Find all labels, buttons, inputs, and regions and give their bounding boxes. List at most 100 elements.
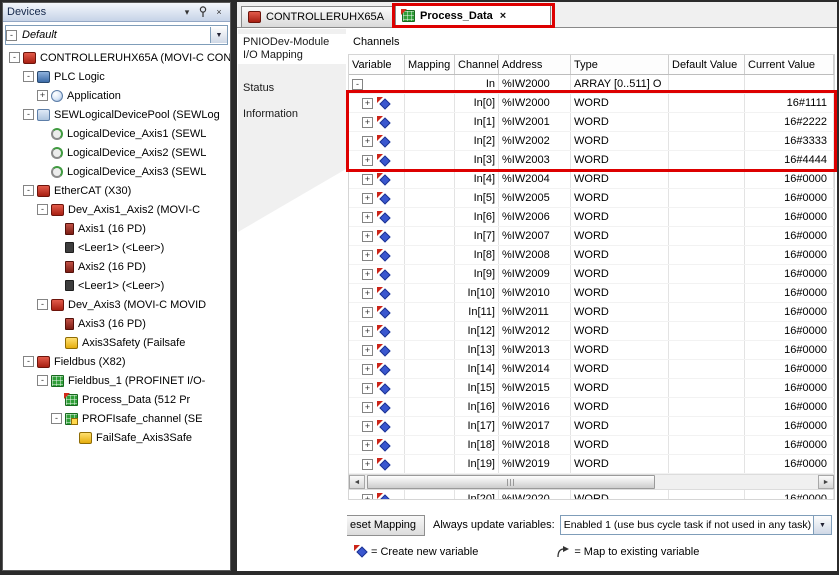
expand-toggle[interactable]: + xyxy=(362,402,373,413)
tree-item[interactable]: -EtherCAT (X30) xyxy=(3,181,230,200)
table-row[interactable]: +In[6]%IW2006WORD16#0000 xyxy=(349,208,834,227)
table-row[interactable]: +In[16]%IW2016WORD16#0000 xyxy=(349,398,834,417)
tab-close-icon[interactable]: × xyxy=(500,10,506,22)
table-row[interactable]: +In[1]%IW2001WORD16#2222 xyxy=(349,113,834,132)
table-row[interactable]: +In[18]%IW2018WORD16#0000 xyxy=(349,436,834,455)
tree-item[interactable]: <Leer1> (<Leer>) xyxy=(3,276,230,295)
side-tab-status[interactable]: Status xyxy=(238,80,346,97)
expand-toggle[interactable]: + xyxy=(362,98,373,109)
expand-toggle[interactable]: + xyxy=(362,136,373,147)
expand-toggle[interactable]: + xyxy=(362,288,373,299)
expand-toggle[interactable]: + xyxy=(37,90,48,101)
table-row[interactable]: +In[17]%IW2017WORD16#0000 xyxy=(349,417,834,436)
collapse-toggle[interactable]: - xyxy=(9,52,20,63)
column-header-mapping[interactable]: Mapping xyxy=(405,55,455,74)
expand-toggle[interactable]: + xyxy=(362,421,373,432)
tree-item[interactable]: -Dev_Axis3 (MOVI-C MOVID xyxy=(3,295,230,314)
expand-toggle[interactable]: + xyxy=(362,117,373,128)
table-row[interactable]: +In[19]%IW2019WORD16#0000 xyxy=(349,455,834,474)
column-header-address[interactable]: Address xyxy=(499,55,571,74)
table-row[interactable]: +In[11]%IW2011WORD16#0000 xyxy=(349,303,834,322)
expand-toggle[interactable]: + xyxy=(362,269,373,280)
chevron-down-icon[interactable]: ▾ xyxy=(180,5,194,19)
tab-process-data[interactable]: Process_Data × xyxy=(395,3,551,28)
side-tab-io-mapping[interactable]: PNIODev-Module I/O Mapping xyxy=(238,34,346,64)
expand-toggle[interactable]: + xyxy=(362,364,373,375)
table-row[interactable]: +In[9]%IW2009WORD16#0000 xyxy=(349,265,834,284)
collapse-toggle[interactable]: - xyxy=(352,79,363,90)
expand-toggle[interactable]: + xyxy=(362,212,373,223)
table-row[interactable]: -In%IW2000ARRAY [0..511] O xyxy=(349,75,834,94)
close-icon[interactable]: × xyxy=(212,5,226,19)
dropdown-arrow-icon[interactable]: ▼ xyxy=(813,516,831,534)
table-row[interactable]: +In[14]%IW2014WORD16#0000 xyxy=(349,360,834,379)
combo-dropdown-button[interactable]: ▼ xyxy=(210,27,227,43)
expand-toggle[interactable]: + xyxy=(362,231,373,242)
tree-item[interactable]: Axis3Safety (Failsafe xyxy=(3,333,230,352)
table-row[interactable]: +In[4]%IW2004WORD16#0000 xyxy=(349,170,834,189)
expand-toggle[interactable]: + xyxy=(362,174,373,185)
collapse-toggle[interactable]: - xyxy=(23,71,34,82)
scroll-right-button[interactable]: ► xyxy=(818,475,834,489)
table-row[interactable]: +In[15]%IW2015WORD16#0000 xyxy=(349,379,834,398)
side-tab-information[interactable]: Information xyxy=(238,106,346,123)
tree-item[interactable]: LogicalDevice_Axis1 (SEWL xyxy=(3,124,230,143)
tab-controlleruhx65a[interactable]: CONTROLLERUHX65A xyxy=(241,6,393,27)
table-row[interactable]: +In[8]%IW2008WORD16#0000 xyxy=(349,246,834,265)
expand-toggle[interactable]: + xyxy=(362,193,373,204)
tree-item[interactable]: -SEWLogicalDevicePool (SEWLog xyxy=(3,105,230,124)
table-row[interactable]: +In[7]%IW2007WORD16#0000 xyxy=(349,227,834,246)
collapse-toggle[interactable]: - xyxy=(23,185,34,196)
column-header-variable[interactable]: Variable xyxy=(349,55,405,74)
tree-item[interactable]: -Dev_Axis1_Axis2 (MOVI-C xyxy=(3,200,230,219)
expand-toggle[interactable]: + xyxy=(362,383,373,394)
always-update-dropdown[interactable]: Enabled 1 (use bus cycle task if not use… xyxy=(560,515,832,535)
expand-toggle[interactable]: + xyxy=(362,494,373,501)
collapse-toggle[interactable]: - xyxy=(23,109,34,120)
tree-item[interactable]: LogicalDevice_Axis3 (SEWL xyxy=(3,162,230,181)
tree-item[interactable]: -Fieldbus (X82) xyxy=(3,352,230,371)
expand-toggle[interactable]: + xyxy=(362,155,373,166)
tree-item[interactable]: <Leer1> (<Leer>) xyxy=(3,238,230,257)
collapse-toggle[interactable]: - xyxy=(51,413,62,424)
expand-toggle[interactable]: + xyxy=(362,345,373,356)
table-row[interactable]: +In[5]%IW2005WORD16#0000 xyxy=(349,189,834,208)
expand-toggle[interactable]: + xyxy=(362,440,373,451)
tree-item[interactable]: -CONTROLLERUHX65A (MOVI-C CON xyxy=(3,48,230,67)
collapse-toggle[interactable]: - xyxy=(37,299,48,310)
table-row[interactable]: +In[3]%IW2003WORD16#4444 xyxy=(349,151,834,170)
collapse-toggle[interactable]: - xyxy=(37,204,48,215)
column-header-default-value[interactable]: Default Value xyxy=(669,55,745,74)
table-row[interactable]: +In[10]%IW2010WORD16#0000 xyxy=(349,284,834,303)
expand-toggle[interactable]: + xyxy=(362,250,373,261)
column-header-channel[interactable]: Channel xyxy=(455,55,499,74)
tree-item[interactable]: FailSafe_Axis3Safe xyxy=(3,428,230,447)
scroll-left-button[interactable]: ◄ xyxy=(349,475,365,489)
tree-item[interactable]: +Application xyxy=(3,86,230,105)
expand-toggle[interactable]: + xyxy=(362,459,373,470)
tree-item[interactable]: LogicalDevice_Axis2 (SEWL xyxy=(3,143,230,162)
horizontal-scrollbar[interactable]: ◄ ► xyxy=(349,474,834,490)
tree-root-selector[interactable]: - Default ▼ xyxy=(5,25,228,45)
expand-toggle[interactable]: + xyxy=(362,326,373,337)
reset-mapping-button[interactable]: eset Mapping xyxy=(347,515,425,536)
table-row[interactable]: +In[0]%IW2000WORD16#1111 xyxy=(349,94,834,113)
tree-item[interactable]: Axis2 (16 PD) xyxy=(3,257,230,276)
tree-item[interactable]: Process_Data (512 Pr xyxy=(3,390,230,409)
pin-icon[interactable] xyxy=(196,5,210,19)
expand-toggle[interactable]: + xyxy=(362,307,373,318)
table-row[interactable]: +In[2]%IW2002WORD16#3333 xyxy=(349,132,834,151)
column-header-type[interactable]: Type xyxy=(571,55,669,74)
table-row[interactable]: +In[20]%IW2020WORD16#0000 xyxy=(349,490,834,500)
column-header-current-value[interactable]: Current Value xyxy=(745,55,834,74)
tree-item[interactable]: Axis1 (16 PD) xyxy=(3,219,230,238)
collapse-toggle[interactable]: - xyxy=(23,356,34,367)
table-row[interactable]: +In[13]%IW2013WORD16#0000 xyxy=(349,341,834,360)
collapse-toggle[interactable]: - xyxy=(6,30,17,41)
collapse-toggle[interactable]: - xyxy=(37,375,48,386)
tree-item[interactable]: Axis3 (16 PD) xyxy=(3,314,230,333)
tree-item[interactable]: -PROFIsafe_channel (SE xyxy=(3,409,230,428)
tree-item[interactable]: -PLC Logic xyxy=(3,67,230,86)
tree-item[interactable]: -Fieldbus_1 (PROFINET I/O- xyxy=(3,371,230,390)
scrollbar-thumb[interactable] xyxy=(367,475,655,489)
